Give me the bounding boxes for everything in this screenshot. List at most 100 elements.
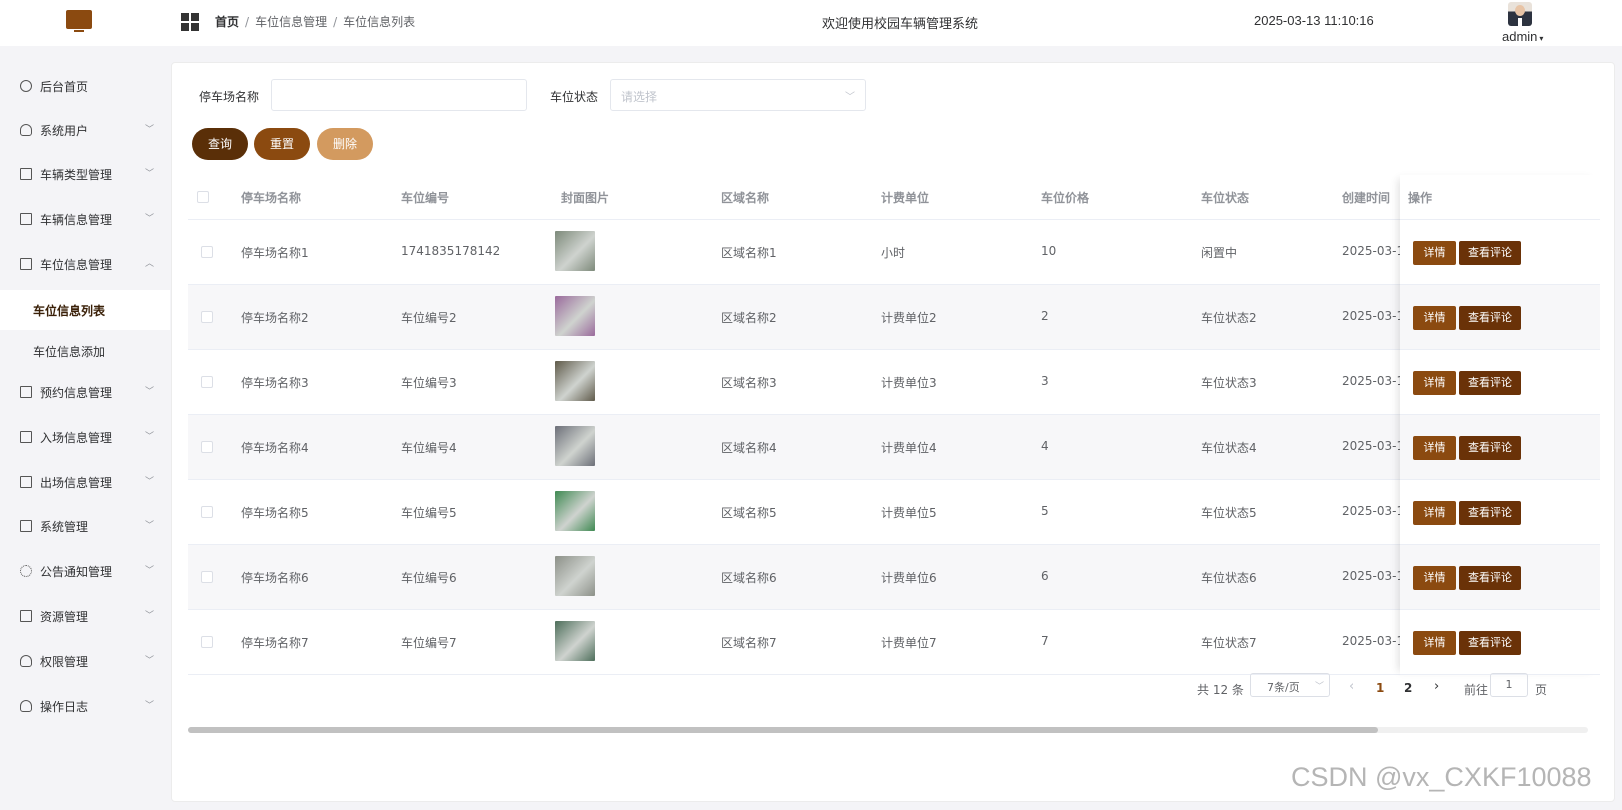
sidebar-item-system-users[interactable]: 系统用户 ﹀ [0,112,170,148]
page-size-select[interactable]: 7条/页 ﹀ [1250,673,1330,697]
detail-button[interactable]: 详情 [1413,241,1456,265]
column-header-code: 车位编号 [401,191,450,205]
row-checkbox[interactable] [201,571,213,583]
sidebar-item-dashboard[interactable]: 后台首页 [0,68,170,104]
sidebar-item-vehicle-types[interactable]: 车辆类型管理 ﹀ [0,156,170,192]
cell-area: 区域名称4 [721,441,777,455]
cover-image[interactable] [555,231,595,271]
row-checkbox[interactable] [201,506,213,518]
sidebar-item-resources[interactable]: 资源管理 ﹀ [0,598,170,634]
sidebar-item-label: 系统管理 [40,520,89,534]
sidebar-item-reservations[interactable]: 预约信息管理 ﹀ [0,374,170,410]
row-checkbox[interactable] [201,376,213,388]
cell-price: 6 [1041,569,1049,583]
sidebar-item-label: 权限管理 [40,655,89,669]
cell-price: 4 [1041,439,1049,453]
pagination-total: 共 12 条 [1197,683,1244,697]
cell-lot: 停车场名称5 [241,506,309,520]
row-checkbox[interactable] [201,246,213,258]
actions-cell: 详情 查看评论 [1400,480,1600,545]
breadcrumb-current: 车位信息列表 [343,15,416,29]
username: admin [1502,29,1538,44]
sidebar-item-permissions[interactable]: 权限管理 ﹀ [0,643,170,679]
reset-button[interactable]: 重置 [254,128,310,160]
sidebar-subitem-parking-space-list[interactable]: 车位信息列表 [0,290,170,330]
chevron-down-icon: ﹀ [145,521,155,531]
sidebar-subitem-parking-space-add[interactable]: 车位信息添加 [0,331,170,371]
sidebar-item-vehicle-info[interactable]: 车辆信息管理 ﹀ [0,201,170,237]
sidebar-item-entries[interactable]: 入场信息管理 ﹀ [0,419,170,455]
detail-button[interactable]: 详情 [1413,306,1456,330]
user-icon [20,655,32,667]
sidebar-item-announcements[interactable]: 公告通知管理 ﹀ [0,553,170,589]
cell-unit: 计费单位4 [881,441,937,455]
table-row: 停车场名称7 车位编号7 区域名称7 计费单位7 7 车位状态7 2025-03-13 1 [188,610,1588,675]
select-all-checkbox[interactable] [197,191,209,203]
list-icon [20,213,32,225]
detail-button[interactable]: 详情 [1413,501,1456,525]
cover-image[interactable] [555,426,595,466]
page-2[interactable]: 2 [1404,681,1412,695]
caret-down-icon: ▾ [1539,34,1544,43]
cell-lot: 停车场名称6 [241,571,309,585]
logo-icon[interactable] [66,10,92,34]
sidebar-item-label: 出场信息管理 [40,476,113,490]
cover-image[interactable] [555,491,595,531]
cell-price: 5 [1041,504,1049,518]
detail-button[interactable]: 详情 [1413,436,1456,460]
user-menu[interactable]: admin ▾ [1502,29,1543,44]
grid-menu-icon[interactable] [181,13,199,31]
space-status-select[interactable]: 请选择 ﹀ [610,79,866,111]
detail-button[interactable]: 详情 [1413,631,1456,655]
view-comments-button[interactable]: 查看评论 [1459,501,1521,525]
cover-image[interactable] [555,296,595,336]
page-1[interactable]: 1 [1376,681,1384,695]
row-checkbox[interactable] [201,636,213,648]
sidebar-item-exits[interactable]: 出场信息管理 ﹀ [0,464,170,500]
chevron-down-icon: ﹀ [845,92,855,103]
parking-lot-name-input[interactable] [271,79,527,111]
query-button[interactable]: 查询 [192,128,248,160]
space-status-placeholder: 请选择 [621,90,658,104]
cover-image[interactable] [555,621,595,661]
cover-image[interactable] [555,361,595,401]
delete-button[interactable]: 删除 [317,128,373,160]
cell-status: 车位状态6 [1201,571,1257,585]
column-header-lot: 停车场名称 [241,191,302,205]
table-row: 停车场名称1 1741835178142 区域名称1 小时 10 闲置中 2025-03-1… [188,220,1588,285]
breadcrumb: 首页 / 车位信息管理 / 车位信息列表 [215,15,416,29]
chevron-down-icon: ﹀ [145,477,155,487]
prev-page-icon[interactable]: ‹ [1349,679,1354,694]
sidebar-item-system[interactable]: 系统管理 ﹀ [0,508,170,544]
avatar[interactable] [1508,2,1532,26]
cell-price: 3 [1041,374,1049,388]
detail-button[interactable]: 详情 [1413,566,1456,590]
detail-button[interactable]: 详情 [1413,371,1456,395]
horizontal-scrollbar[interactable] [188,727,1588,733]
next-page-icon[interactable]: › [1434,679,1439,694]
view-comments-button[interactable]: 查看评论 [1459,371,1521,395]
cell-status: 车位状态5 [1201,506,1257,520]
cell-unit: 计费单位7 [881,636,937,650]
goto-page-input[interactable]: 1 [1490,673,1528,697]
row-checkbox[interactable] [201,441,213,453]
cell-unit: 计费单位6 [881,571,937,585]
row-checkbox[interactable] [201,311,213,323]
scrollbar-thumb[interactable] [188,727,1378,733]
column-header-created[interactable]: 创建时间 [1342,189,1390,206]
view-comments-button[interactable]: 查看评论 [1459,436,1521,460]
view-comments-button[interactable]: 查看评论 [1459,241,1521,265]
cell-code: 车位编号6 [401,571,457,585]
cell-area: 区域名称3 [721,376,777,390]
breadcrumb-parking-space-management[interactable]: 车位信息管理 [255,15,327,29]
check-box-icon [20,520,32,532]
main-panel: 停车场名称 车位状态 请选择 ﹀ 查询 重置 删除 停车场名称 车位编号 封面图… [171,62,1615,802]
cell-area: 区域名称5 [721,506,777,520]
cover-image[interactable] [555,556,595,596]
view-comments-button[interactable]: 查看评论 [1459,631,1521,655]
view-comments-button[interactable]: 查看评论 [1459,306,1521,330]
sidebar-item-parking-space[interactable]: 车位信息管理 ︿ [0,246,170,282]
view-comments-button[interactable]: 查看评论 [1459,566,1521,590]
breadcrumb-home[interactable]: 首页 [215,15,239,29]
sidebar-item-operation-log[interactable]: 操作日志 ﹀ [0,688,170,724]
